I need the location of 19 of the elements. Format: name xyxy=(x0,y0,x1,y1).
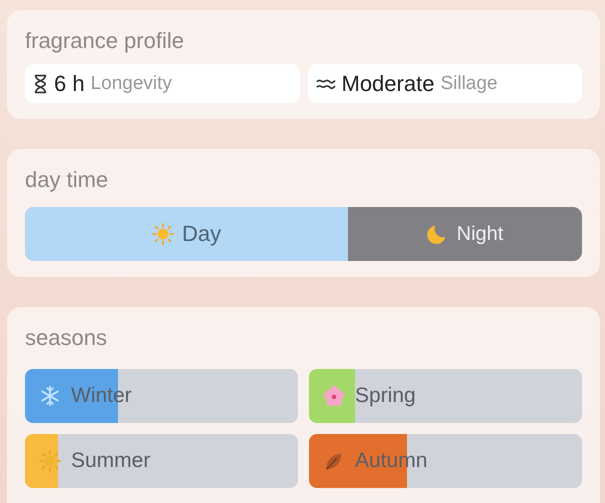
section-title: fragrance profile xyxy=(25,28,185,54)
label-text: Sillage xyxy=(440,72,498,94)
sun-icon xyxy=(152,223,174,245)
blossom-icon xyxy=(323,385,345,407)
label-text: Longevity xyxy=(90,72,172,94)
season-label: Spring xyxy=(355,384,416,408)
time-segment[interactable]: Night xyxy=(348,207,582,261)
hourglass-icon xyxy=(33,74,48,94)
section-title: seasons xyxy=(25,325,108,351)
time-segment[interactable]: Day xyxy=(25,207,348,261)
section-title: day time xyxy=(25,167,110,193)
waves-icon xyxy=(316,77,336,90)
value-text: 6 h xyxy=(54,70,85,96)
season-bar[interactable]: Summer xyxy=(25,434,298,488)
season-bar[interactable]: Spring xyxy=(309,369,582,423)
value-text: Moderate xyxy=(342,70,434,96)
season-label: Summer xyxy=(71,449,150,473)
snowflake-icon xyxy=(39,385,61,407)
sun-icon xyxy=(39,450,61,472)
